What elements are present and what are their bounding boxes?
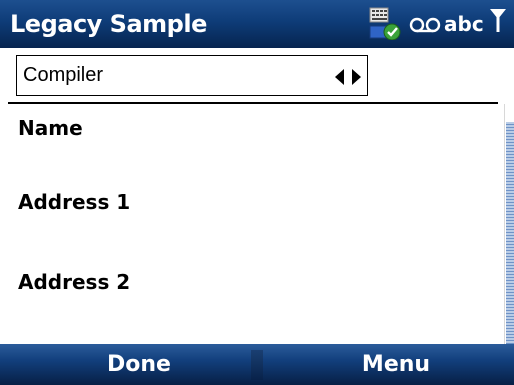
signal-icon <box>490 9 506 32</box>
voicemail-icon <box>409 17 441 33</box>
status-icons: abc <box>368 6 508 42</box>
softkey-divider <box>251 350 263 380</box>
vertical-scrollbar[interactable] <box>504 104 514 344</box>
scroll-thumb[interactable] <box>506 122 514 344</box>
picker-value: Compiler <box>23 64 104 86</box>
arrow-right-icon[interactable] <box>352 69 361 85</box>
name-label: Name <box>18 116 83 140</box>
arrow-left-icon[interactable] <box>335 69 344 85</box>
title-bar: Legacy Sample abc <box>0 0 514 48</box>
done-softkey[interactable]: Done <box>104 352 174 377</box>
keyboard-icon <box>369 7 401 40</box>
app-title: Legacy Sample <box>10 10 207 38</box>
category-picker[interactable]: Compiler <box>16 55 368 96</box>
form-area: Name Address 1 Address 2 <box>0 104 504 344</box>
menu-softkey[interactable]: Menu <box>356 352 436 377</box>
address-1-label: Address 1 <box>18 190 131 214</box>
picker-row: Compiler <box>0 48 514 104</box>
softkey-bar: Done Menu <box>0 344 514 385</box>
input-mode-indicator: abc <box>444 12 484 36</box>
address-2-label: Address 2 <box>18 270 131 294</box>
